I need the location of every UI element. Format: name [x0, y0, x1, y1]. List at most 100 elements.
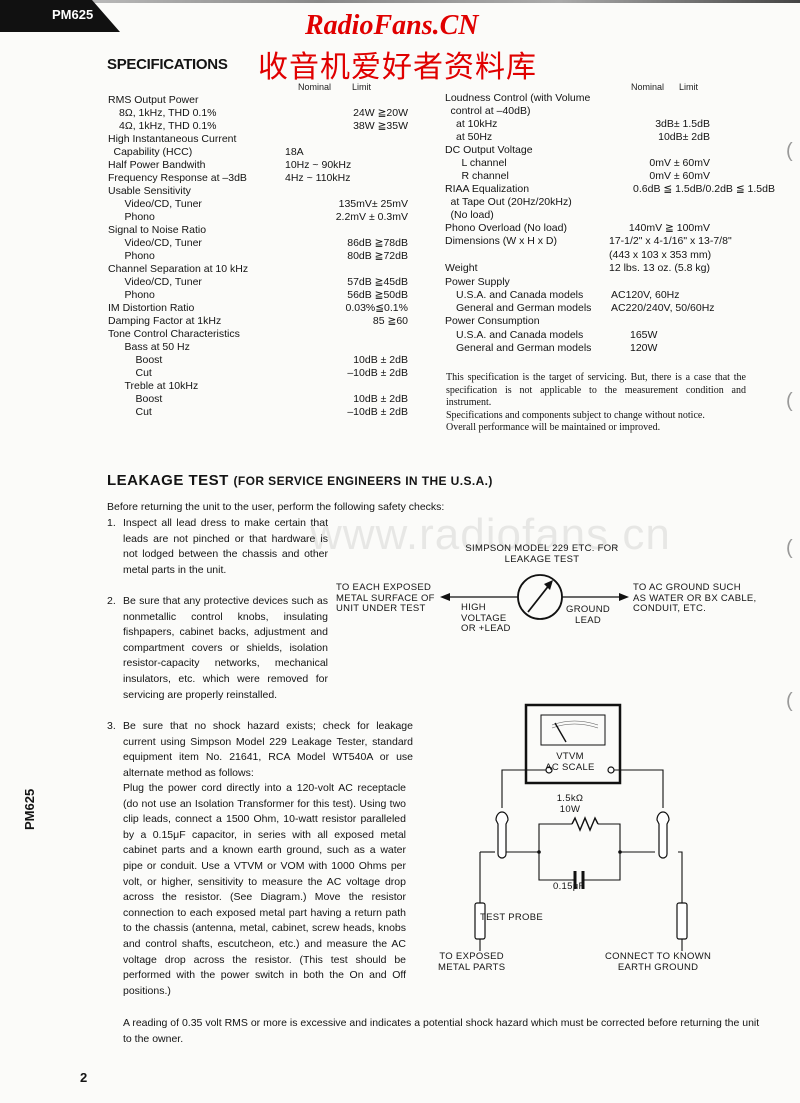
spec-row: L channel 0mV ± 60mV [445, 157, 785, 170]
spec-row: U.S.A. and Canada models 165W [445, 329, 785, 342]
leakage-test-heading: LEAKAGE TEST [107, 472, 229, 489]
item-number: 3. [107, 720, 116, 732]
spec-label: Treble at 10kHz [124, 380, 199, 392]
spec-value: –10dB ± 2dB [347, 406, 408, 418]
spec-row: 4Ω, 1kHz, THD 0.1% 38W ≧35W [108, 120, 438, 133]
binder-hole-mark: ( [786, 140, 793, 162]
spec-row: Damping Factor at 1kHz 85 ≧60 [108, 315, 438, 328]
spec-row: Treble at 10kHz [108, 380, 438, 393]
spec-value: 120W [630, 342, 658, 354]
spec-label: Frequency Response at –3dB [108, 172, 247, 184]
spec-row: Phono Overload (No load) 140mV ≧ 100mV [445, 222, 785, 235]
spec-row: Bass at 50 Hz [108, 341, 438, 354]
scan-top-edge [0, 0, 800, 3]
spec-row: Phono 80dB ≧72dB [108, 250, 438, 263]
label-line: UNIT UNDER TEST [336, 603, 426, 614]
label-line: AC SCALE [545, 761, 595, 773]
spec-label: Dimensions (W x H x D) [445, 235, 558, 247]
spec-label: Cut [135, 406, 152, 418]
right-col-limit-header: Limit [679, 82, 699, 92]
spec-value: 10dB ± 2dB [353, 354, 408, 366]
spec-row: Cut –10dB ± 2dB [108, 367, 438, 380]
spec-label: (No load) [450, 209, 494, 221]
spec-label: Usable Sensitivity [108, 185, 191, 197]
spec-value: 0mV ± 60mV [649, 170, 710, 182]
spec-value: –10dB ± 2dB [347, 367, 408, 379]
leakage-item-1: 1. Inspect all lead dress to make certai… [107, 516, 328, 578]
spec-value: (443 x 103 x 353 mm) [609, 249, 712, 261]
spec-label: Boost [135, 393, 163, 405]
spec-value: 10dB ± 2dB [353, 393, 408, 405]
spec-value: 18A [285, 146, 304, 158]
spec-row: Boost 10dB ± 2dB [108, 354, 438, 367]
spec-label: Channel Separation at 10 kHz [108, 263, 249, 275]
spec-label: Phono [124, 250, 155, 262]
spec-value: AC220/240V, 50/60Hz [611, 302, 715, 314]
spec-label: at 10kHz [456, 118, 498, 130]
spec-label: U.S.A. and Canada models [456, 289, 584, 301]
spec-row: Loudness Control (with Volume [445, 92, 785, 105]
spec-value: 85 ≧60 [372, 315, 408, 327]
item-number: 1. [107, 517, 116, 529]
spec-table-right: Loudness Control (with Volume control at … [445, 92, 785, 355]
diagram1-left-label: TO EACH EXPOSED METAL SURFACE OF UNIT UN… [336, 582, 435, 615]
spec-label: Phono [124, 211, 155, 223]
vtvm-label: VTVM AC SCALE [543, 751, 597, 773]
meter-dial-icon [517, 574, 563, 620]
spec-row: at 10kHz 3dB± 1.5dB [445, 118, 785, 131]
diagram1-title-line: SIMPSON MODEL 229 ETC. FOR [465, 543, 619, 554]
spec-row: (443 x 103 x 353 mm) [445, 249, 785, 262]
spec-label: L channel [461, 157, 507, 169]
spec-row: Power Supply [445, 276, 785, 289]
spec-value: 2.2mV ± 0.3mV [335, 211, 408, 223]
spec-row: (No load) [445, 209, 785, 222]
spec-value: 10Hz ~ 90kHz [285, 159, 352, 171]
label-line: CONNECT TO KNOWN [605, 951, 712, 962]
spec-label: Power Supply [445, 276, 510, 288]
spec-value: 0.03%≦0.1% [345, 302, 408, 314]
resistor-label: 1.5kΩ 10W [552, 793, 588, 815]
spec-value: 165W [630, 329, 658, 341]
spec-note-line: Specifications and components subject to… [446, 409, 705, 421]
spec-row: Video/CD, Tuner 135mV± 25mV [108, 198, 438, 211]
spec-row: Channel Separation at 10 kHz [108, 263, 438, 276]
spec-row: Phono 2.2mV ± 0.3mV [108, 211, 438, 224]
spec-label: Phono Overload (No load) [445, 222, 567, 234]
spec-label: DC Output Voltage [445, 144, 533, 156]
item-number: 2. [107, 595, 116, 607]
ground-probe-icon [676, 902, 688, 951]
page-number: 2 [80, 1070, 88, 1085]
spec-value: 0.6dB ≦ 1.5dB/0.2dB ≦ 1.5dB [633, 183, 775, 195]
leakage-test-subtitle: (FOR SERVICE ENGINEERS IN THE U.S.A.) [233, 474, 493, 488]
spec-row: RMS Output Power [108, 94, 438, 107]
spec-row: 8Ω, 1kHz, THD 0.1% 24W ≧20W [108, 107, 438, 120]
spec-label: Power Consumption [445, 315, 540, 327]
spec-note-line: Overall performance will be maintained o… [446, 422, 661, 433]
spec-row: at 50Hz 10dB± 2dB [445, 131, 785, 144]
binder-hole-mark: ( [786, 537, 793, 559]
spec-row: Cut –10dB ± 2dB [108, 406, 438, 419]
spec-label: General and German models [456, 342, 592, 354]
spec-label: Capability (HCC) [113, 146, 193, 158]
spec-value: 4Hz ~ 110kHz [285, 172, 351, 184]
right-bottom-label: CONNECT TO KNOWN EARTH GROUND [605, 951, 712, 973]
spec-value: 3dB± 1.5dB [655, 118, 710, 130]
spec-label: 8Ω, 1kHz, THD 0.1% [119, 107, 217, 119]
right-arrow [562, 593, 629, 601]
spec-label: General and German models [456, 302, 592, 314]
spec-value: 80dB ≧72dB [347, 250, 408, 262]
spec-value: 140mV ≧ 100mV [628, 222, 710, 234]
spec-value: 17-1/2" x 4-1/16" x 13-7/8" [609, 235, 732, 247]
leakage-item-3: 3. Be sure that no shock hazard exists; … [107, 719, 413, 781]
spec-row: DC Output Voltage [445, 144, 785, 157]
left-col-nominal-header: Nominal [298, 82, 332, 92]
left-bottom-label: TO EXPOSED METAL PARTS [438, 951, 505, 973]
spec-value: 24W ≧20W [353, 107, 408, 119]
spec-label: Video/CD, Tuner [124, 276, 202, 288]
label-line: TO EACH EXPOSED [336, 582, 432, 593]
spec-row: Weight 12 lbs. 13 oz. (5.8 kg) [445, 262, 785, 276]
leakage-item-2: 2. Be sure that any protective devices s… [107, 594, 328, 703]
spec-value: 56dB ≧50dB [347, 289, 408, 301]
spec-label: Video/CD, Tuner [124, 237, 202, 249]
spec-label: High Instantaneous Current [108, 133, 237, 145]
